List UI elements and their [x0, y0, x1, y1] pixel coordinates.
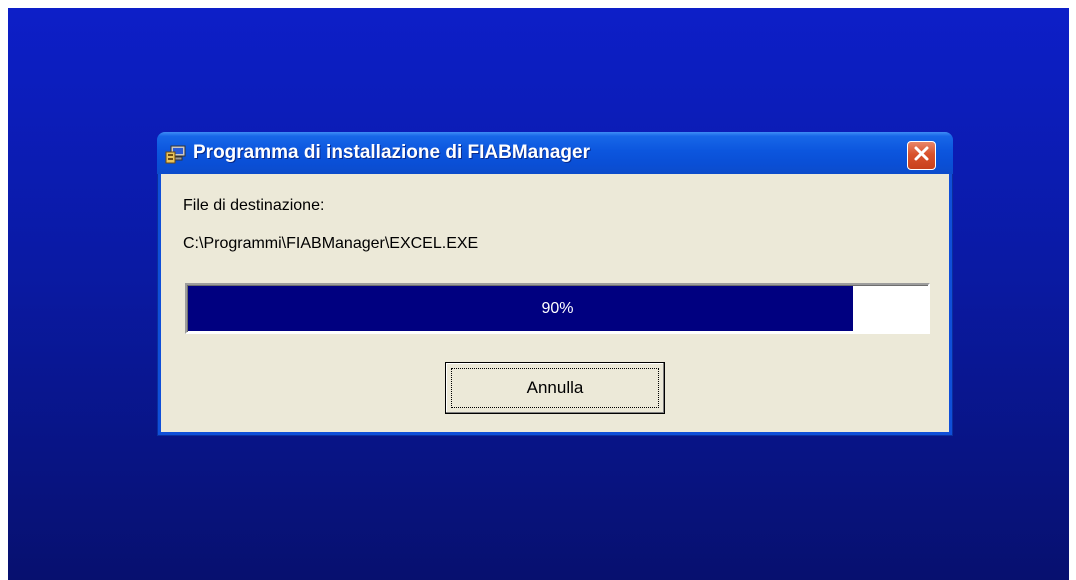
window-title: Programma di installazione di FIABManage… [193, 142, 590, 163]
close-icon [913, 145, 930, 167]
close-button[interactable] [907, 141, 936, 170]
dialog-body: File di destinazione: C:\Programmi\FIABM… [161, 174, 949, 432]
progress-percent: 90% [541, 299, 574, 317]
progress-bar: 90% [185, 283, 930, 334]
destination-path: C:\Programmi\FIABManager\EXCEL.EXE [183, 235, 479, 252]
cancel-button[interactable]: Annulla [445, 362, 665, 414]
destination-label: File di destinazione: [183, 197, 325, 214]
cancel-button-label: Annulla [526, 378, 584, 397]
installer-dialog: Programma di installazione di FIABManage… [157, 132, 953, 436]
title-bar[interactable]: Programma di installazione di FIABManage… [157, 132, 953, 174]
installer-computer-icon [165, 143, 187, 165]
